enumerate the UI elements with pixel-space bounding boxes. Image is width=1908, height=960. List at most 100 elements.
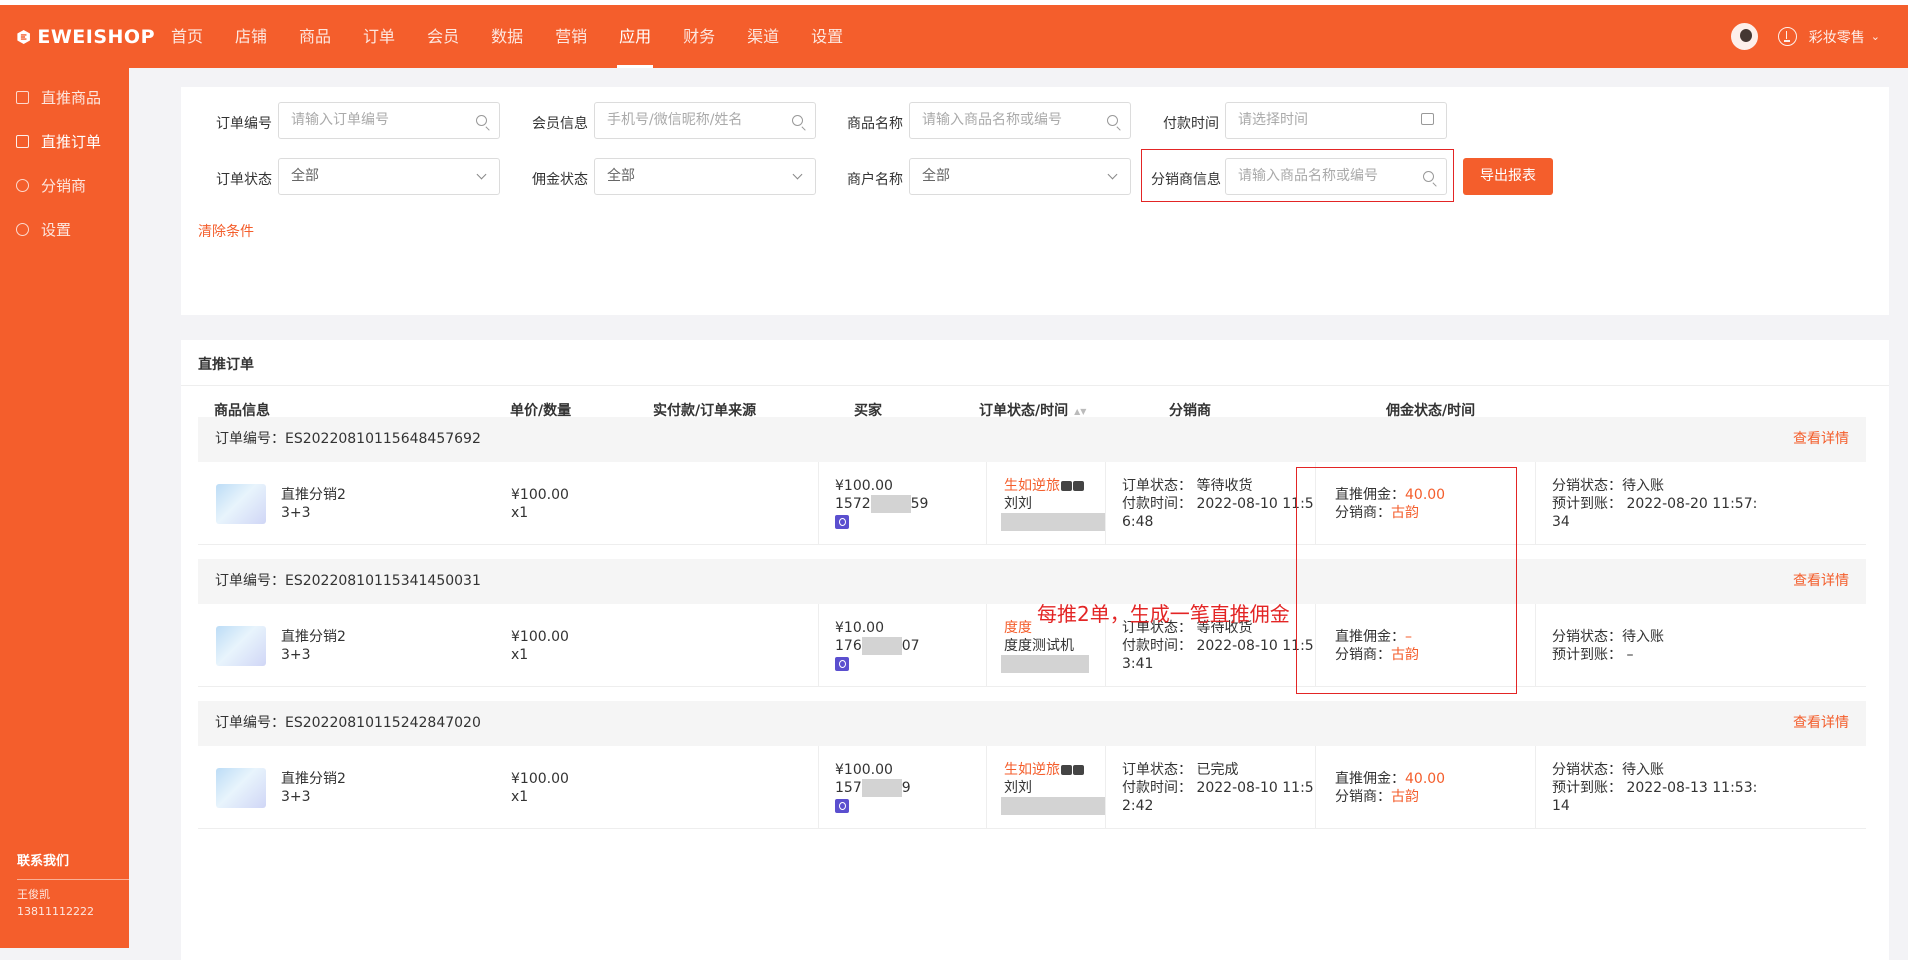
sidebar-item[interactable]: 直推订单	[0, 119, 129, 163]
chevron-down-icon[interactable]	[476, 169, 487, 180]
order-number: 订单编号：ES20220810115242847020	[215, 715, 481, 731]
unit-price: ¥100.00	[511, 629, 569, 645]
order-status: 订单状态： 等待收货	[1122, 478, 1253, 494]
distributor-cell: 直推佣金：40.00 分销商：古韵	[1315, 746, 1535, 829]
member-input[interactable]: 手机号/微信昵称/姓名	[594, 102, 816, 139]
commission: 直推佣金：40.00	[1335, 770, 1445, 788]
nav-item[interactable]: 店铺	[219, 5, 283, 68]
phone-suffix: 07	[901, 638, 920, 654]
order-status-select[interactable]: 全部	[278, 158, 500, 195]
buyer-name: 度度测试机	[1004, 638, 1074, 654]
pay-time-label: 付款时间	[1163, 116, 1219, 132]
paid-amount: ¥100.00	[835, 478, 893, 494]
goods-name[interactable]: 直推分销2	[281, 628, 346, 646]
logo-text: EWEISHOP	[37, 25, 155, 48]
download-icon[interactable]	[1777, 27, 1797, 46]
goods-name[interactable]: 直推分销2	[281, 486, 346, 504]
order-no-placeholder: 请输入订单编号	[291, 112, 389, 128]
distributor-value[interactable]: 古韵	[1391, 789, 1419, 805]
view-detail-link[interactable]: 查看详情	[1793, 417, 1849, 462]
masked-region	[861, 779, 902, 797]
search-icon[interactable]	[476, 115, 487, 126]
pay-time: 付款时间： 2022-08-10 11:5	[1122, 638, 1314, 654]
commission-status-label: 佣金状态	[532, 172, 588, 188]
sort-icon[interactable]: ▲▼	[1074, 407, 1086, 416]
masked-region	[870, 495, 911, 513]
buyer-nickname[interactable]: 度度	[1004, 619, 1032, 637]
pay-time-cont: 2:42	[1122, 798, 1154, 814]
masked-region	[1001, 655, 1089, 673]
member-placeholder: 手机号/微信昵称/姓名	[607, 112, 743, 128]
member-label: 会员信息	[532, 116, 588, 132]
search-icon[interactable]	[1107, 115, 1118, 126]
goods-input[interactable]: 请输入商品名称或编号	[909, 102, 1131, 139]
product-thumbnail[interactable]	[216, 484, 266, 524]
sidebar-item-label: 直推订单	[41, 132, 102, 151]
users-icon	[16, 178, 29, 192]
export-button[interactable]: 导出报表	[1463, 158, 1553, 195]
order-no-label: 订单编号	[216, 116, 272, 132]
commission-status-cell: 分销状态：待入账 预计到账： 2022-08-20 11:57: 34	[1535, 462, 1866, 545]
dist-status: 分销状态：待入账	[1552, 762, 1664, 778]
buyer-phone: 157 9	[835, 779, 911, 797]
search-icon[interactable]	[792, 115, 803, 126]
commission-status-cell: 分销状态：待入账 预计到账： –	[1535, 604, 1866, 687]
merchant-select[interactable]: 全部	[909, 158, 1131, 195]
chevron-down-icon[interactable]: ⌄	[1871, 30, 1880, 43]
buyer-name: 刘刘	[1004, 780, 1032, 796]
nav-item[interactable]: 数据	[475, 5, 539, 68]
chevron-down-icon[interactable]	[1107, 169, 1118, 180]
nav-item[interactable]: 设置	[795, 5, 859, 68]
nav-item[interactable]: 渠道	[731, 5, 795, 68]
buyer-nickname[interactable]: 生如逆旅	[1004, 761, 1084, 779]
nav-item[interactable]: 订单	[347, 5, 411, 68]
nav-item[interactable]: 应用	[603, 5, 667, 68]
nav-item[interactable]: 商品	[283, 5, 347, 68]
view-detail-link[interactable]: 查看详情	[1793, 559, 1849, 604]
goods-name[interactable]: 直推分销2	[281, 770, 346, 788]
phone-prefix: 157	[835, 780, 862, 796]
view-detail-link[interactable]: 查看详情	[1793, 701, 1849, 746]
order-header: 订单编号：ES20220810115242847020 查看详情	[198, 701, 1866, 746]
order-no-input[interactable]: 请输入订单编号	[278, 102, 500, 139]
product-thumbnail[interactable]	[216, 768, 266, 808]
commission-status-select[interactable]: 全部	[594, 158, 816, 195]
sidebar-item[interactable]: 分销商	[0, 163, 129, 207]
masked-region	[861, 637, 902, 655]
calendar-icon[interactable]	[1421, 113, 1434, 125]
nav-item[interactable]: 首页	[155, 5, 219, 68]
expected-arrival-cont: 14	[1552, 798, 1570, 814]
orders-panel: 直推订单 商品信息 单价/数量 实付款/订单来源 买家 订单状态/时间 ▲▼ 分销商 佣金状态…	[181, 340, 1889, 960]
panel-title: 直推订单	[198, 357, 254, 373]
product-thumbnail[interactable]	[216, 626, 266, 666]
shop-name[interactable]: 彩妆零售	[1809, 27, 1865, 47]
goods-icon	[16, 90, 29, 104]
nav-item[interactable]: 营销	[539, 5, 603, 68]
filter-panel: 订单编号 请输入订单编号 会员信息 手机号/微信昵称/姓名 商品名称 请输入商品…	[181, 87, 1889, 315]
logo[interactable]: EWEISHOP	[0, 26, 155, 48]
chevron-down-icon[interactable]	[792, 169, 803, 180]
clear-filters-link[interactable]: 清除条件	[198, 221, 254, 241]
emoji-icon	[1061, 765, 1072, 775]
merchant-label: 商户名称	[847, 172, 903, 188]
sidebar-item[interactable]: 设置	[0, 207, 129, 251]
order-status: 订单状态： 已完成	[1122, 762, 1239, 778]
divider	[17, 879, 137, 880]
nav-item[interactable]: 财务	[667, 5, 731, 68]
table-row: 直推分销2 3+3 ¥100.00 x1 ¥100.00 1572 59 生如逆旅 刘刘 订单状态…	[198, 462, 1866, 545]
nav-item[interactable]: 会员	[411, 5, 475, 68]
phone-suffix: 59	[910, 496, 929, 512]
goods-spec: 3+3	[281, 505, 311, 521]
buyer-phone: 1572 59	[835, 495, 928, 513]
avatar[interactable]	[1730, 23, 1758, 50]
mini-program-icon	[835, 655, 849, 673]
table-row: 直推分销2 3+3 ¥100.00 x1 ¥100.00 157 9 生如逆旅 刘刘 订单状态： …	[198, 746, 1866, 829]
buyer-nickname[interactable]: 生如逆旅	[1004, 477, 1084, 495]
quantity: x1	[511, 505, 529, 521]
expected-arrival-cont: 34	[1552, 514, 1570, 530]
mini-program-icon	[835, 799, 849, 813]
sidebar-item[interactable]: 直推商品	[0, 75, 129, 119]
logo-icon	[17, 29, 30, 44]
pay-time-picker[interactable]: 请选择时间	[1225, 102, 1447, 139]
gear-icon	[16, 222, 29, 236]
